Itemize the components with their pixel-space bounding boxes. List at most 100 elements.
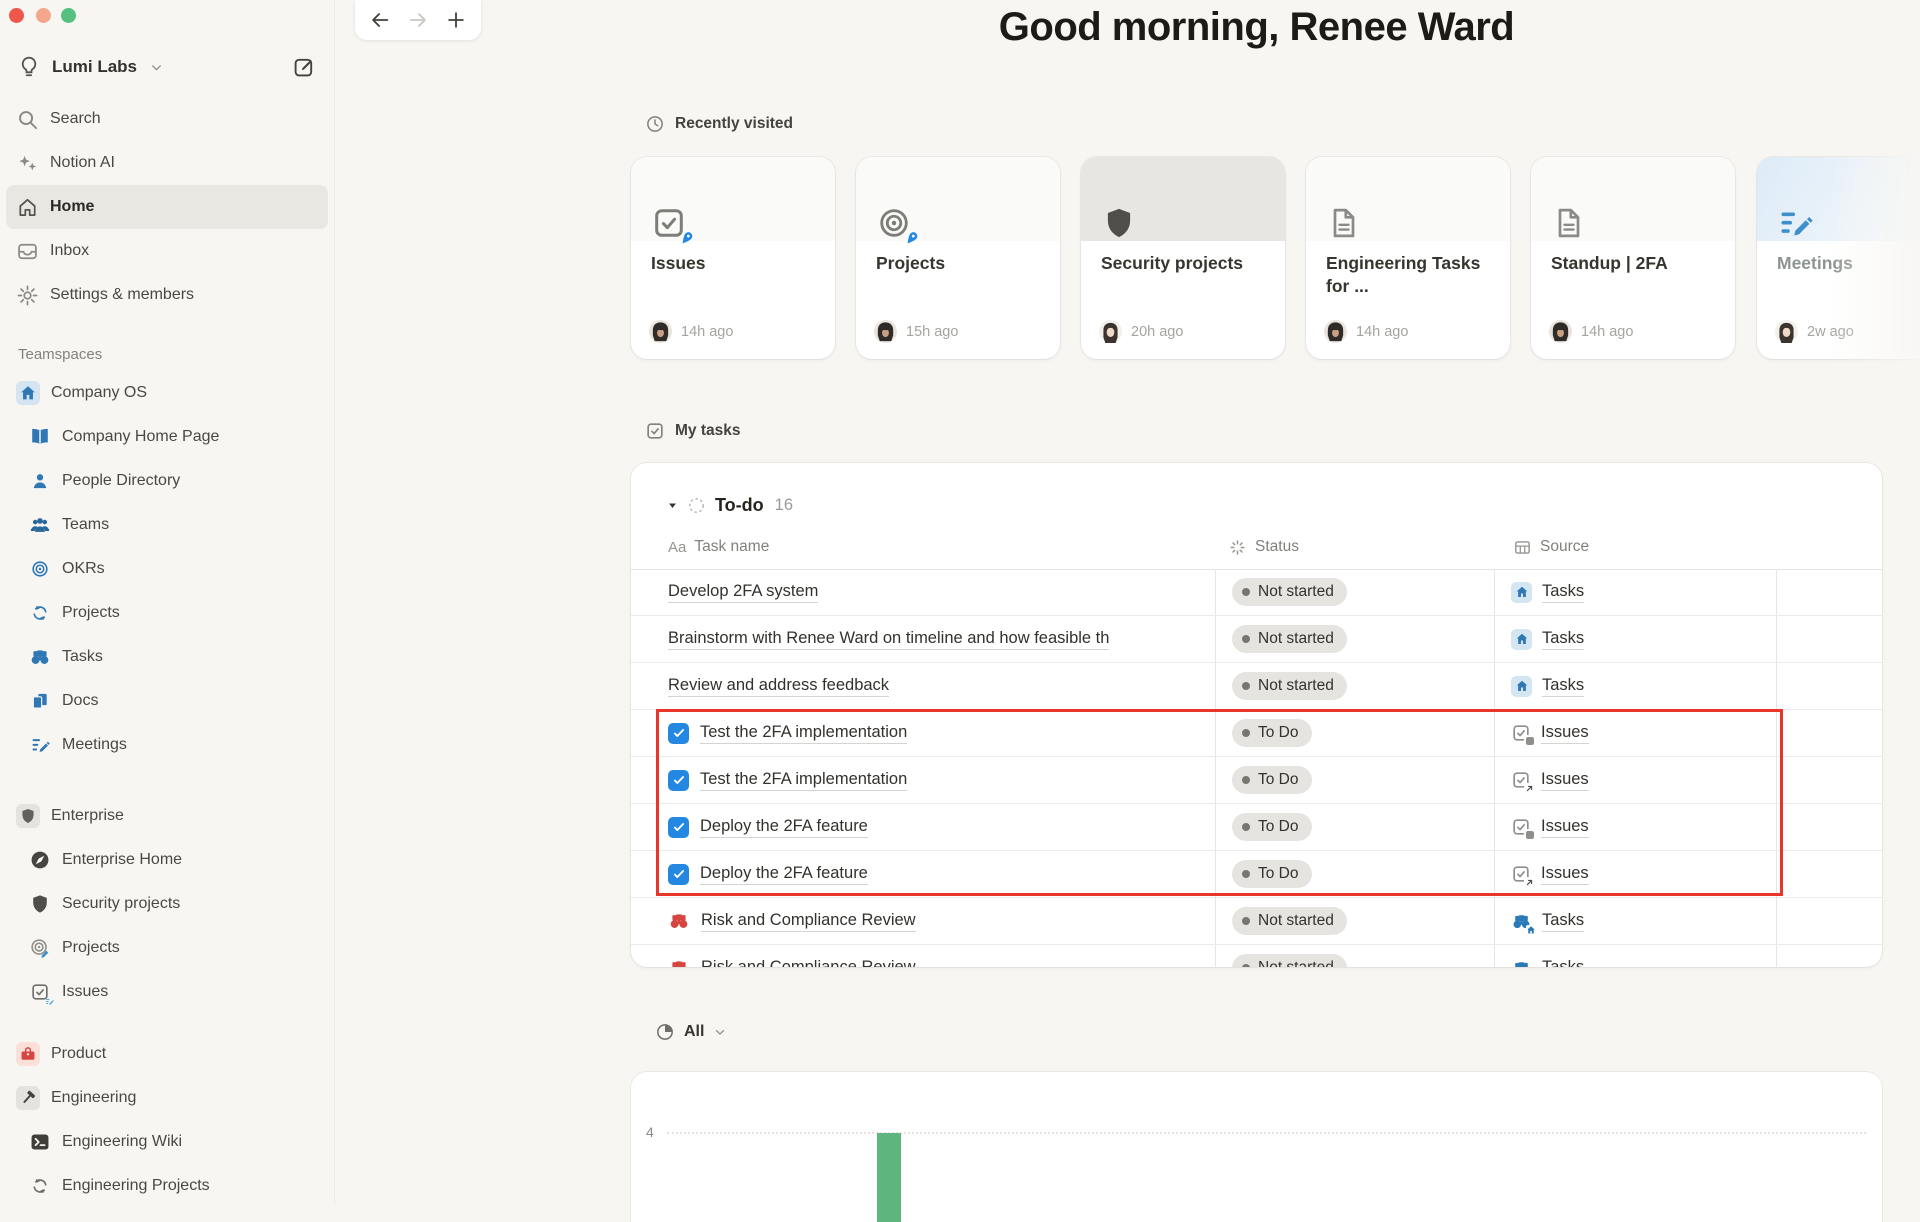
checked-checkbox[interactable] (668, 769, 689, 791)
table-row[interactable]: Brainstorm with Renee Ward on timeline a… (631, 616, 1882, 663)
checked-checkbox[interactable] (668, 816, 689, 838)
chart-filter[interactable]: All (655, 1022, 727, 1042)
sidebar-item-enterprise-projects[interactable]: Projects (6, 926, 328, 970)
sidebar-item-notion-ai[interactable]: Notion AI (6, 141, 328, 185)
recent-card-projects[interactable]: Projects 15h ago (856, 157, 1060, 359)
recent-card-meetings[interactable]: Meetings 2w ago (1757, 157, 1920, 359)
table-row[interactable]: Test the 2FA implementation To Do Issues (631, 757, 1882, 804)
status-cell[interactable]: To Do (1232, 804, 1312, 850)
sidebar-item-search[interactable]: Search (6, 97, 328, 141)
source-label[interactable]: Tasks (1542, 958, 1584, 968)
sidebar-item-company-os[interactable]: Company OS (6, 371, 328, 415)
source-label[interactable]: Tasks (1542, 911, 1585, 932)
source-label[interactable]: Tasks (1542, 582, 1585, 603)
table-row[interactable]: Review and address feedback Not started … (631, 663, 1882, 710)
task-name[interactable]: Risk and Compliance Review (701, 911, 916, 932)
source-label[interactable]: Issues (1541, 864, 1589, 885)
recent-card-issues[interactable]: Issues 14h ago (631, 157, 835, 359)
column-task-name[interactable]: Aa Task name (668, 525, 769, 569)
table-row[interactable]: Deploy the 2FA feature To Do Issues (631, 851, 1882, 898)
table-row[interactable]: Develop 2FA system Not started Tasks (631, 569, 1882, 616)
source-cell[interactable]: Tasks (1511, 945, 1584, 967)
sidebar-item-people-directory[interactable]: People Directory (6, 459, 328, 503)
sidebar-item-security-projects[interactable]: Security projects (6, 882, 328, 926)
sidebar-item-product[interactable]: Product (6, 1032, 328, 1076)
recent-card-standup-2fa[interactable]: Standup | 2FA 14h ago (1531, 157, 1735, 359)
source-cell[interactable]: Tasks (1511, 616, 1585, 662)
task-name[interactable]: Review and address feedback (668, 676, 890, 697)
task-cell[interactable]: Deploy the 2FA feature (668, 804, 1208, 850)
forward-arrow-button[interactable] (407, 9, 429, 31)
sidebar-item-settings[interactable]: Settings & members (6, 273, 328, 317)
workspace-switcher[interactable]: Lumi Labs (8, 46, 326, 88)
checked-checkbox[interactable] (668, 863, 689, 885)
status-cell[interactable]: Not started (1232, 898, 1347, 944)
sidebar-item-meetings[interactable]: Meetings (6, 723, 328, 767)
source-label[interactable]: Issues (1541, 817, 1589, 838)
task-cell[interactable]: Test the 2FA implementation (668, 710, 1208, 756)
sidebar-item-engineering-projects[interactable]: Engineering Projects (6, 1164, 328, 1208)
column-status[interactable]: Status (1228, 525, 1299, 569)
sidebar-item-inbox[interactable]: Inbox (6, 229, 328, 273)
sidebar-item-tasks[interactable]: Tasks (6, 635, 328, 679)
source-cell[interactable]: Tasks (1511, 898, 1585, 944)
task-name[interactable]: Brainstorm with Renee Ward on timeline a… (668, 629, 1110, 650)
status-cell[interactable]: To Do (1232, 710, 1312, 756)
sidebar-item-engineering-wiki[interactable]: Engineering Wiki (6, 1120, 328, 1164)
recent-card-security-projects[interactable]: Security projects 20h ago (1081, 157, 1285, 359)
task-cell[interactable]: Test the 2FA implementation (668, 757, 1208, 803)
source-label[interactable]: Tasks (1542, 676, 1585, 697)
new-page-compose-button[interactable] (292, 55, 316, 79)
checked-checkbox[interactable] (668, 722, 689, 744)
source-cell[interactable]: Issues (1511, 804, 1589, 850)
source-label[interactable]: Tasks (1542, 629, 1585, 650)
sidebar-item-issues[interactable]: Issues (6, 970, 328, 1014)
task-cell[interactable]: Develop 2FA system (668, 569, 1208, 615)
sidebar-item-teams[interactable]: Teams (6, 503, 328, 547)
window-zoom-button[interactable] (61, 8, 76, 23)
source-cell[interactable]: Issues (1511, 710, 1589, 756)
column-source[interactable]: Source (1513, 525, 1589, 569)
source-label[interactable]: Issues (1541, 723, 1589, 744)
table-row[interactable]: Risk and Compliance Review Not started T… (631, 945, 1882, 967)
window-close-button[interactable] (9, 8, 24, 23)
task-cell[interactable]: Risk and Compliance Review (668, 898, 1208, 944)
status-cell[interactable]: To Do (1232, 851, 1312, 897)
status-cell[interactable]: Not started (1232, 663, 1347, 709)
task-name[interactable]: Deploy the 2FA feature (700, 817, 868, 838)
chart-bar[interactable] (877, 1133, 901, 1222)
status-cell[interactable]: Not started (1232, 945, 1347, 967)
sidebar-item-projects[interactable]: Projects (6, 591, 328, 635)
task-cell[interactable]: Brainstorm with Renee Ward on timeline a… (668, 616, 1208, 662)
table-row[interactable]: Risk and Compliance Review Not started T… (631, 898, 1882, 945)
back-arrow-button[interactable] (369, 9, 391, 31)
task-name[interactable]: Develop 2FA system (668, 582, 819, 603)
task-cell[interactable]: Review and address feedback (668, 663, 1208, 709)
status-cell[interactable]: To Do (1232, 757, 1312, 803)
source-cell[interactable]: Issues (1511, 851, 1589, 897)
sidebar-item-company-home-page[interactable]: Company Home Page (6, 415, 328, 459)
table-row[interactable]: Deploy the 2FA feature To Do Issues (631, 804, 1882, 851)
source-cell[interactable]: Tasks (1511, 663, 1585, 709)
task-name[interactable]: Risk and Compliance Review (701, 958, 916, 968)
task-name[interactable]: Deploy the 2FA feature (700, 864, 868, 885)
new-tab-button[interactable] (445, 9, 467, 31)
status-cell[interactable]: Not started (1232, 616, 1347, 662)
source-cell[interactable]: Tasks (1511, 569, 1585, 615)
source-cell[interactable]: Issues (1511, 757, 1589, 803)
sidebar-item-home[interactable]: Home (6, 185, 328, 229)
recent-card-engineering-tasks[interactable]: Engineering Tasks for ... 14h ago (1306, 157, 1510, 359)
sidebar-item-okrs[interactable]: OKRs (6, 547, 328, 591)
group-name[interactable]: To-do (715, 495, 764, 516)
source-label[interactable]: Issues (1541, 770, 1589, 791)
collapse-triangle-icon[interactable] (667, 500, 678, 511)
task-name[interactable]: Test the 2FA implementation (700, 770, 908, 791)
task-cell[interactable]: Deploy the 2FA feature (668, 851, 1208, 897)
task-name[interactable]: Test the 2FA implementation (700, 723, 908, 744)
sidebar-item-enterprise[interactable]: Enterprise (6, 794, 328, 838)
sidebar-item-enterprise-home[interactable]: Enterprise Home (6, 838, 328, 882)
status-cell[interactable]: Not started (1232, 569, 1347, 615)
table-row[interactable]: Test the 2FA implementation To Do Issues (631, 710, 1882, 757)
sidebar-item-docs[interactable]: Docs (6, 679, 328, 723)
task-cell[interactable]: Risk and Compliance Review (668, 945, 1208, 967)
